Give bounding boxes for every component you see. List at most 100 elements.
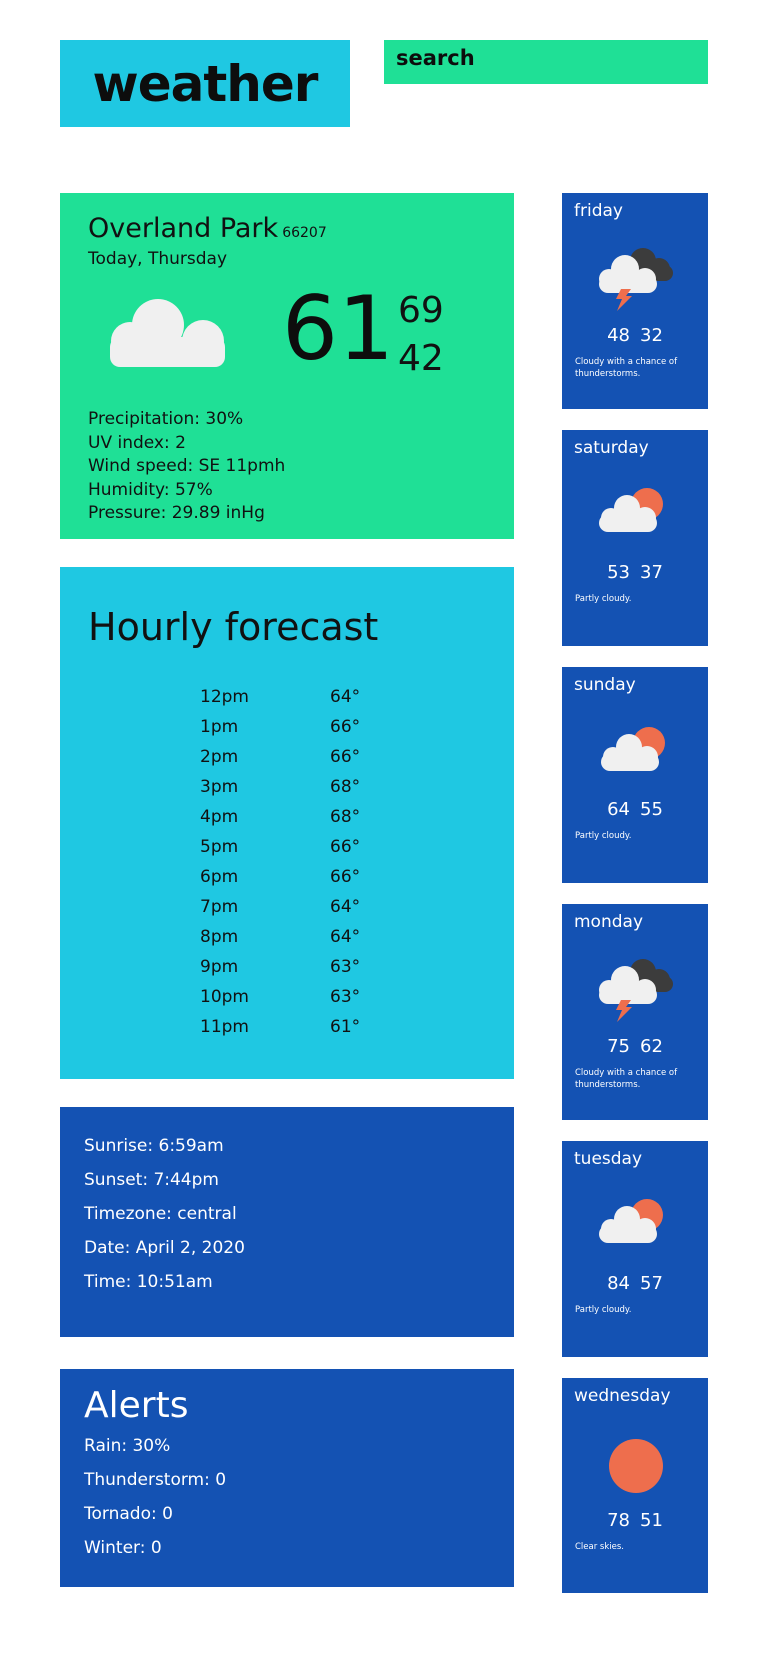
day-name: friday (574, 201, 623, 221)
day-high: 48 (607, 325, 630, 346)
stat-wind-speed: Wind speed: SE 11pmh (88, 456, 286, 476)
day-low: 51 (640, 1510, 663, 1531)
hour-row: 11pm 61° (200, 1012, 420, 1042)
alerts-panel: Alerts Rain: 30% Thunderstorm: 0 Tornado… (60, 1369, 514, 1587)
city-name: Overland Park (88, 213, 279, 244)
hour-row: 2pm 66° (200, 742, 420, 772)
hour-time: 11pm (200, 1017, 249, 1037)
sun-time-panel: Sunrise: 6:59am Sunset: 7:44pm Timezone:… (60, 1107, 514, 1337)
day-temps: 64 55 (562, 799, 708, 820)
search-label: search (396, 46, 475, 70)
day-card-friday[interactable]: friday 48 32 Cloudy with a chance of thun… (562, 193, 708, 409)
hour-time: 8pm (200, 927, 239, 947)
day-name: monday (574, 912, 644, 932)
hour-row: 12pm 64° (200, 682, 420, 712)
zip-code: 66207 (282, 225, 327, 241)
app-logo[interactable]: weather (60, 40, 350, 127)
hour-temp: 66° (330, 837, 361, 857)
sun-icon (595, 1428, 677, 1498)
hour-temp: 64° (330, 897, 361, 917)
partly-cloudy-icon (595, 717, 677, 787)
partly-cloudy-icon (595, 1191, 677, 1261)
time: Time: 10:51am (84, 1272, 213, 1292)
day-description: Partly cloudy. (575, 594, 632, 604)
day-name: saturday (574, 438, 649, 458)
hourly-list: 12pm 64° 1pm 66° 2pm 66° 3pm 68° 4pm 68° 5pm 6… (200, 682, 420, 1042)
day-low: 62 (640, 1036, 663, 1057)
hour-row: 1pm 66° (200, 712, 420, 742)
day-description: Partly cloudy. (575, 831, 632, 841)
day-name: sunday (574, 675, 636, 695)
day-temps: 53 37 (562, 562, 708, 583)
hour-temp: 63° (330, 987, 361, 1007)
day-card-sunday[interactable]: sunday 64 55 Partly cloudy. (562, 667, 708, 883)
weather-stats: Precipitation: 30% UV index: 2 Wind spee… (88, 408, 285, 526)
day-description: Cloudy with a chance of thunderstorms. (575, 357, 678, 379)
day-temps: 48 32 (562, 325, 708, 346)
alert-winter: Winter: 0 (84, 1538, 162, 1558)
day-description: Partly cloudy. (575, 1305, 632, 1315)
hour-temp: 64° (330, 927, 361, 947)
hour-row: 8pm 64° (200, 922, 420, 952)
day-name: wednesday (574, 1386, 671, 1406)
hour-time: 9pm (200, 957, 239, 977)
sunrise: Sunrise: 6:59am (84, 1136, 224, 1156)
hour-temp: 66° (330, 747, 361, 767)
hourly-title: Hourly forecast (88, 605, 379, 649)
day-name: tuesday (574, 1149, 643, 1169)
day-description: Clear skies. (575, 1542, 625, 1552)
search-input[interactable]: search (384, 40, 708, 84)
current-temperature: 61 (282, 277, 394, 380)
timezone: Timezone: central (84, 1204, 237, 1224)
hour-time: 7pm (200, 897, 239, 917)
hour-row: 7pm 64° (200, 892, 420, 922)
day-temps: 75 62 (562, 1036, 708, 1057)
day-low: 57 (640, 1273, 663, 1294)
day-high: 64 (607, 799, 630, 820)
high-temperature: 69 (398, 290, 444, 331)
date: Date: April 2, 2020 (84, 1238, 245, 1258)
day-high: 53 (607, 562, 630, 583)
day-high: 78 (607, 1510, 630, 1531)
day-card-monday[interactable]: monday 75 62 Cloudy with a chance of thun… (562, 904, 708, 1120)
hour-row: 4pm 68° (200, 802, 420, 832)
day-high: 75 (607, 1036, 630, 1057)
stat-humidity: Humidity: 57% (88, 479, 213, 500)
hour-temp: 68° (330, 777, 361, 797)
hourly-forecast-panel: Hourly forecast 12pm 64° 1pm 66° 2pm 66° 3p… (60, 567, 514, 1079)
stat-pressure: Pressure: 29.89 inHg (88, 503, 265, 523)
low-temperature: 42 (398, 338, 444, 379)
alert-rain: Rain: 30% (84, 1436, 171, 1456)
day-low: 55 (640, 799, 663, 820)
cloud-icon (108, 293, 228, 373)
hour-time: 5pm (200, 837, 239, 857)
day-temps: 84 57 (562, 1273, 708, 1294)
hour-temp: 64° (330, 687, 361, 707)
day-card-wednesday[interactable]: wednesday 78 51 Clear skies. (562, 1378, 708, 1593)
hour-row: 5pm 66° (200, 832, 420, 862)
current-weather-panel: Overland Park 66207 Today, Thursday 61 69… (60, 193, 514, 539)
alerts-title: Alerts (84, 1385, 189, 1426)
day-description: Cloudy with a chance of thunderstorms. (575, 1068, 678, 1090)
stat-precipitation: Precipitation: 30% (88, 409, 244, 429)
hour-row: 10pm 63° (200, 982, 420, 1012)
hour-time: 6pm (200, 867, 239, 887)
hour-temp: 66° (330, 867, 361, 887)
stat-uv-index: UV index: 2 (88, 432, 186, 453)
hour-time: 1pm (200, 717, 239, 737)
day-card-tuesday[interactable]: tuesday 84 57 Partly cloudy. (562, 1141, 708, 1357)
hour-time: 3pm (200, 777, 239, 797)
hour-time: 2pm (200, 747, 239, 767)
hour-row: 6pm 66° (200, 862, 420, 892)
hour-temp: 66° (330, 717, 361, 737)
location: Overland Park 66207 (88, 213, 327, 244)
hour-temp: 63° (330, 957, 361, 977)
day-low: 37 (640, 562, 663, 583)
day-card-saturday[interactable]: saturday 53 37 Partly cloudy. (562, 430, 708, 646)
hour-time: 4pm (200, 807, 239, 827)
hour-temp: 68° (330, 807, 361, 827)
day-temps: 78 51 (562, 1510, 708, 1531)
logo-text: weather (92, 54, 319, 113)
current-day: Today, Thursday (88, 249, 228, 269)
partly-cloudy-icon (595, 480, 677, 550)
